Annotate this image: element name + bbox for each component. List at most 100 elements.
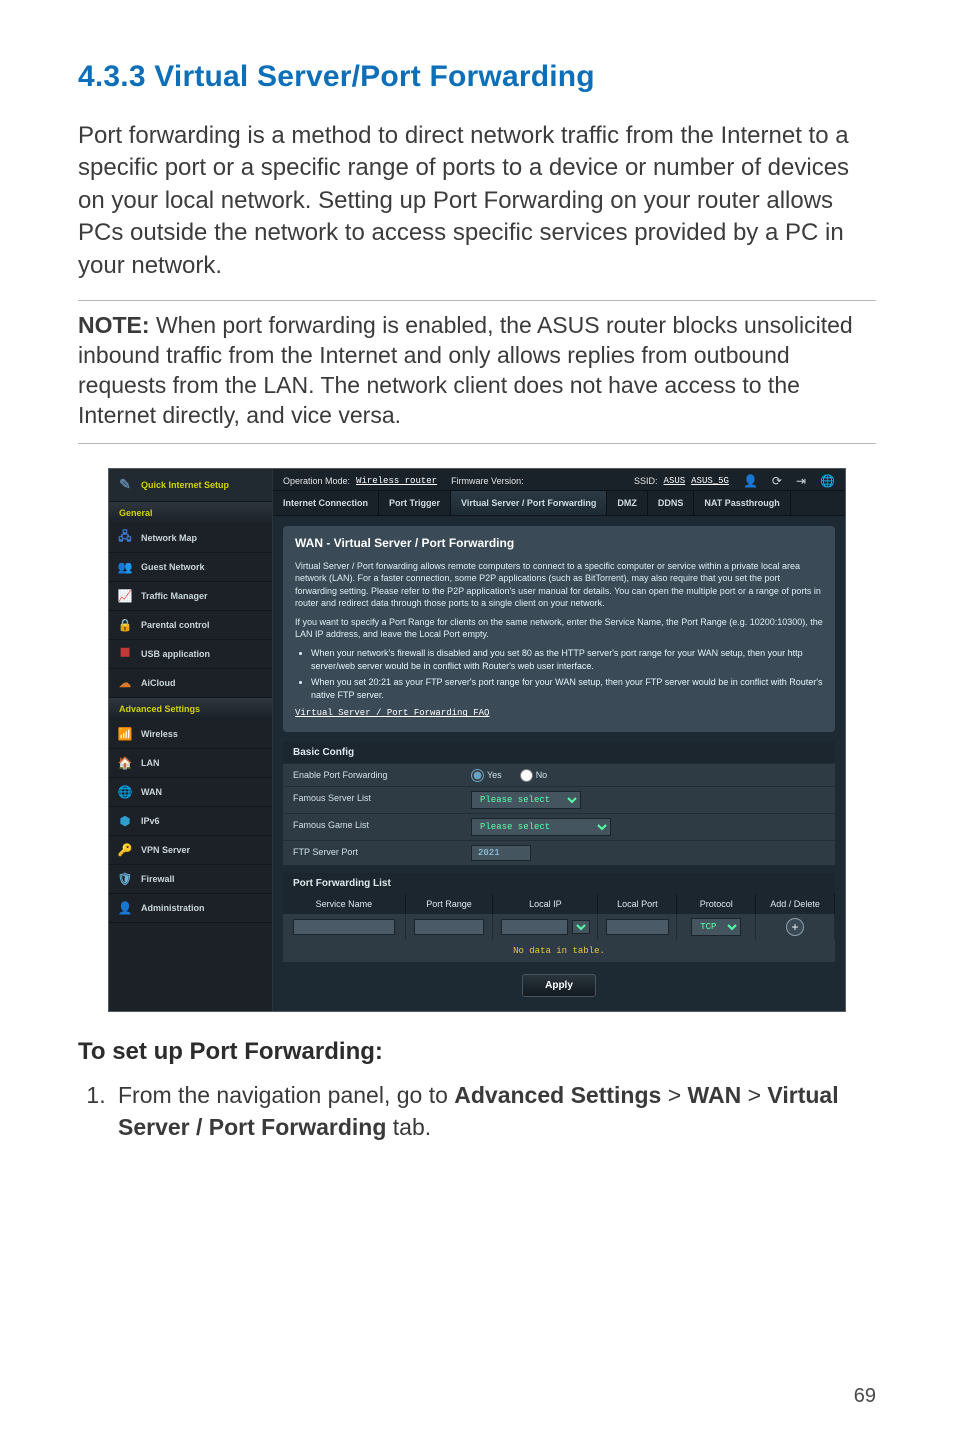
note-text: When port forwarding is enabled, the ASU…: [78, 312, 853, 428]
graph-icon: 📈: [117, 588, 133, 604]
col-service-name: Service Name: [283, 894, 406, 914]
tab-ddns[interactable]: DDNS: [648, 491, 695, 515]
sidebar-item-administration[interactable]: 👤Administration: [109, 894, 272, 923]
sidebar-item-traffic-manager[interactable]: 📈Traffic Manager: [109, 582, 272, 611]
sidebar-item-vpn-server[interactable]: 🔑VPN Server: [109, 836, 272, 865]
op-mode-value[interactable]: Wireless router: [356, 476, 437, 486]
logout-icon[interactable]: ⇥: [796, 474, 806, 488]
sidebar-item-label: VPN Server: [141, 845, 190, 855]
local-port-input[interactable]: [606, 919, 669, 935]
sidebar-item-label: AiCloud: [141, 678, 176, 688]
sidebar-item-lan[interactable]: 🏠LAN: [109, 749, 272, 778]
famous-server-label: Famous Server List: [283, 787, 463, 813]
sidebar-item-label: Parental control: [141, 620, 210, 630]
network-icon: 🖧: [117, 530, 133, 546]
col-add-delete: Add / Delete: [756, 894, 835, 914]
instruction-step-1: From the navigation panel, go to Advance…: [112, 1080, 876, 1142]
sidebar-item-wireless[interactable]: 📶 Wireless: [109, 720, 272, 749]
enable-pf-no[interactable]: No: [520, 769, 548, 782]
section-heading: 4.3.3 Virtual Server/Port Forwarding: [78, 60, 876, 94]
col-port-range: Port Range: [406, 894, 494, 914]
radio-yes[interactable]: [471, 769, 484, 782]
sidebar-item-label: IPv6: [141, 816, 160, 826]
tabs: Internet Connection Port Trigger Virtual…: [273, 491, 845, 516]
sidebar-general-header: General: [109, 502, 272, 524]
apply-button[interactable]: Apply: [522, 974, 596, 997]
faq-link[interactable]: Virtual Server / Port Forwarding FAQ: [295, 708, 489, 718]
step1-sep2: >: [741, 1082, 767, 1108]
note-box: NOTE: When port forwarding is enabled, t…: [78, 300, 876, 444]
add-button[interactable]: +: [786, 918, 804, 936]
ftp-port-label: FTP Server Port: [283, 841, 463, 865]
service-name-input[interactable]: [293, 919, 395, 935]
port-range-input[interactable]: [414, 919, 485, 935]
local-ip-select[interactable]: [572, 920, 590, 934]
pf-list-header: Port Forwarding List: [283, 873, 835, 894]
instructions-heading: To set up Port Forwarding:: [78, 1038, 876, 1066]
usb-icon: ⯀: [117, 646, 133, 662]
router-screenshot: ✎ Quick Internet Setup General 🖧 Network …: [108, 468, 846, 1013]
step1-adv: Advanced Settings: [454, 1082, 661, 1108]
instructions-list: From the navigation panel, go to Advance…: [78, 1080, 876, 1142]
sidebar-item-parental-control[interactable]: 🔒Parental control: [109, 611, 272, 640]
ftp-port-input[interactable]: [471, 845, 531, 861]
sidebar-item-label: Wireless: [141, 729, 178, 739]
sidebar-item-firewall[interactable]: 🛡 Firewall: [109, 865, 272, 894]
topbar: Operation Mode: Wireless router Firmware…: [273, 469, 845, 491]
sidebar-item-label: Network Map: [141, 533, 197, 543]
famous-server-select[interactable]: Please select: [471, 791, 581, 809]
ipv6-icon: ⬢: [117, 813, 133, 829]
shield-icon: 🛡: [117, 871, 133, 887]
ssid-label: SSID:: [634, 476, 658, 486]
users-icon: 👥: [117, 559, 133, 575]
main-panel: Operation Mode: Wireless router Firmware…: [273, 469, 845, 1012]
tab-port-trigger[interactable]: Port Trigger: [379, 491, 451, 515]
col-local-port: Local Port: [598, 894, 677, 914]
ssid-value-1[interactable]: ASUS: [664, 476, 686, 486]
sidebar-quick-internet-setup[interactable]: ✎ Quick Internet Setup: [109, 469, 272, 502]
panel-bullet-1: When your network's firewall is disabled…: [311, 647, 823, 672]
step1-wan: WAN: [688, 1082, 742, 1108]
sidebar-advanced-header: Advanced Settings: [109, 698, 272, 720]
col-local-ip: Local IP: [493, 894, 598, 914]
step1-sep1: >: [661, 1082, 687, 1108]
tab-internet-connection[interactable]: Internet Connection: [273, 491, 379, 515]
sidebar: ✎ Quick Internet Setup General 🖧 Network …: [109, 469, 273, 1012]
reboot-icon[interactable]: ⟳: [772, 474, 782, 488]
protocol-select[interactable]: TCP: [691, 918, 741, 936]
famous-game-label: Famous Game List: [283, 814, 463, 840]
page-number: 69: [854, 1385, 876, 1408]
user-icon[interactable]: 👤: [743, 474, 758, 488]
wifi-icon: 📶: [117, 726, 133, 742]
basic-config-form: Enable Port Forwarding Yes No Famous Ser…: [283, 763, 835, 865]
sidebar-item-guest-network[interactable]: 👥Guest Network: [109, 553, 272, 582]
pf-table: Service Name Port Range Local IP Local P…: [283, 894, 835, 940]
wand-icon: ✎: [117, 477, 133, 493]
sidebar-item-network-map[interactable]: 🖧 Network Map: [109, 524, 272, 553]
no-label: No: [536, 770, 548, 780]
radio-no[interactable]: [520, 769, 533, 782]
famous-game-select[interactable]: Please select: [471, 818, 611, 836]
sidebar-item-usb-application[interactable]: ⯀USB application: [109, 640, 272, 669]
cloud-icon: ☁: [117, 675, 133, 691]
lang-icon[interactable]: 🌐: [820, 474, 835, 488]
panel-p2: If you want to specify a Port Range for …: [295, 616, 823, 641]
tab-dmz[interactable]: DMZ: [607, 491, 648, 515]
sidebar-item-wan[interactable]: 🌐WAN: [109, 778, 272, 807]
sidebar-item-ipv6[interactable]: ⬢ IPv6: [109, 807, 272, 836]
step1-suffix: tab.: [386, 1114, 431, 1140]
info-panel: WAN - Virtual Server / Port Forwarding V…: [283, 526, 835, 733]
enable-pf-yes[interactable]: Yes: [471, 769, 502, 782]
yes-label: Yes: [487, 770, 502, 780]
basic-config-header: Basic Config: [283, 742, 835, 763]
globe-icon: 🌐: [117, 784, 133, 800]
enable-pf-label: Enable Port Forwarding: [283, 764, 463, 786]
ssid-value-2[interactable]: ASUS_5G: [691, 476, 729, 486]
sidebar-item-aicloud[interactable]: ☁ AiCloud: [109, 669, 272, 698]
tab-virtual-server[interactable]: Virtual Server / Port Forwarding: [451, 491, 607, 515]
col-protocol: Protocol: [677, 894, 756, 914]
tab-nat-passthrough[interactable]: NAT Passthrough: [694, 491, 790, 515]
panel-title: WAN - Virtual Server / Port Forwarding: [295, 536, 823, 550]
local-ip-input[interactable]: [501, 919, 568, 935]
sidebar-item-label: Firewall: [141, 874, 175, 884]
